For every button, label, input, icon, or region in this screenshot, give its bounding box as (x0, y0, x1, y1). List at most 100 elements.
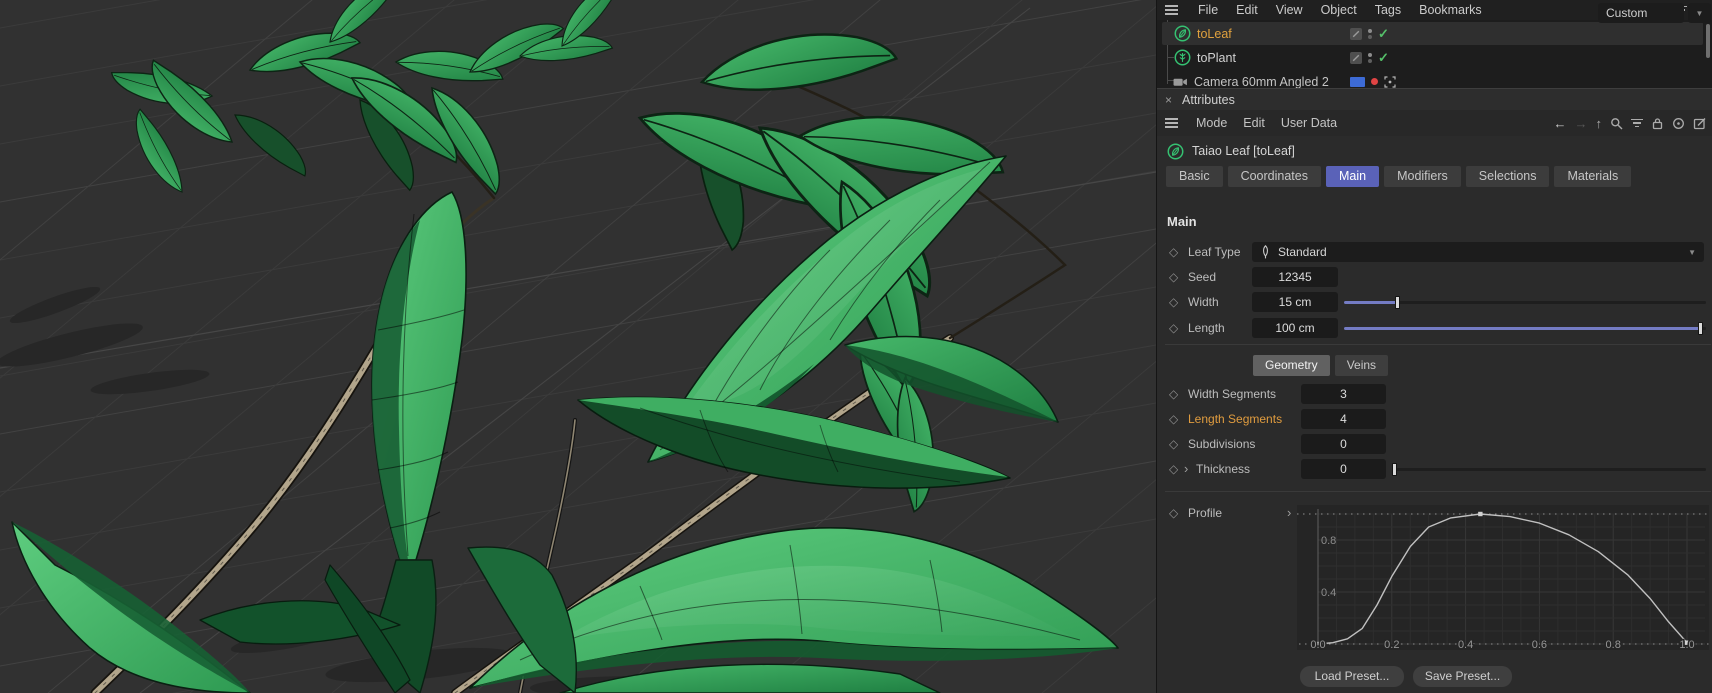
object-name[interactable]: toPlant (1197, 51, 1236, 65)
layer-color-chip[interactable] (1350, 76, 1365, 87)
attr-menu-edit[interactable]: Edit (1243, 116, 1265, 130)
profile-curve-editor[interactable]: 0.8 0.4 0.0 0.2 0.4 0.6 0.8 1.0 (1297, 505, 1709, 650)
param-diamond-icon[interactable]: ◇ (1169, 295, 1178, 309)
thickness-slider[interactable] (1392, 459, 1706, 479)
scrollbar-thumb[interactable] (1706, 24, 1710, 58)
width-slider[interactable] (1344, 292, 1706, 312)
param-label: Width (1188, 295, 1219, 309)
edit-pen-icon[interactable] (1693, 117, 1706, 130)
width-input[interactable]: 15 cm (1252, 292, 1338, 312)
length-segments-input[interactable]: 4 (1301, 409, 1386, 429)
tab-geometry[interactable]: Geometry (1253, 355, 1330, 376)
menu-view[interactable]: View (1276, 3, 1303, 17)
tab-modifiers[interactable]: Modifiers (1384, 166, 1461, 187)
object-name[interactable]: toLeaf (1197, 27, 1232, 41)
forward-arrow-icon[interactable]: → (1575, 117, 1588, 130)
object-row-toplant[interactable]: toPlant ✓ (1162, 46, 1703, 69)
object-row-camera[interactable]: Camera 60mm Angled 2 (1162, 70, 1703, 88)
up-arrow-icon[interactable]: ↑ (1596, 117, 1603, 130)
attr-menu-mode[interactable]: Mode (1196, 116, 1227, 130)
svg-text:0.0: 0.0 (1310, 639, 1325, 650)
menu-edit[interactable]: Edit (1236, 3, 1258, 17)
param-label: Seed (1188, 270, 1217, 284)
param-subdivisions: ◇ Subdivisions 0 (1157, 434, 1712, 456)
param-label: Width Segments (1188, 387, 1277, 401)
preset-selector-dropdown[interactable]: Custom (1598, 3, 1684, 23)
filter-icon[interactable] (1631, 118, 1643, 128)
tab-coordinates[interactable]: Coordinates (1227, 166, 1321, 187)
menu-tags[interactable]: Tags (1375, 3, 1401, 17)
hamburger-menu-icon[interactable] (1165, 0, 1180, 20)
edit-toggle-icon[interactable] (1350, 27, 1362, 40)
svg-text:0.4: 0.4 (1458, 639, 1473, 650)
param-diamond-icon[interactable]: ◇ (1169, 321, 1178, 335)
load-preset-button[interactable]: Load Preset... (1300, 666, 1404, 687)
track-target-icon[interactable] (1672, 117, 1685, 130)
geometry-veins-tabs: Geometry Veins (1253, 355, 1389, 376)
attributes-header: × Attributes (1157, 88, 1712, 110)
search-icon[interactable] (1610, 117, 1623, 130)
svg-text:0.8: 0.8 (1321, 535, 1336, 547)
attr-menu-user-data[interactable]: User Data (1281, 116, 1337, 130)
chevron-down-icon: ▼ (1688, 247, 1696, 257)
enabled-check-icon[interactable]: ✓ (1378, 27, 1389, 40)
render-dot-icon[interactable] (1371, 78, 1378, 85)
menu-object[interactable]: Object (1321, 3, 1357, 17)
separator (1165, 344, 1711, 345)
object-header: Taiao Leaf [toLeaf] (1157, 138, 1712, 164)
tab-main[interactable]: Main (1325, 166, 1380, 187)
leaf-glyph-icon (1263, 245, 1268, 259)
tab-materials[interactable]: Materials (1554, 166, 1632, 187)
save-preset-button[interactable]: Save Preset... (1413, 666, 1512, 687)
object-row-toleaf[interactable]: toLeaf ✓ (1162, 22, 1703, 45)
plant-object-icon (1174, 49, 1191, 66)
param-width-segments: ◇ Width Segments 3 (1157, 384, 1712, 406)
param-diamond-icon[interactable]: ◇ (1169, 412, 1178, 426)
seed-input[interactable]: 12345 (1252, 267, 1338, 287)
param-diamond-icon[interactable]: ◇ (1169, 387, 1178, 401)
leaf-type-value: Standard (1278, 245, 1327, 259)
panel-title: Attributes (1182, 92, 1235, 107)
camera-icon (1173, 78, 1187, 86)
enabled-check-icon[interactable]: ✓ (1378, 51, 1389, 64)
object-name[interactable]: Camera 60mm Angled 2 (1194, 75, 1329, 89)
param-thickness: ◇ › Thickness 0 (1157, 459, 1712, 481)
menu-file[interactable]: File (1198, 3, 1218, 17)
param-leaf-type: ◇ Leaf Type Standard ▼ (1157, 242, 1712, 264)
menu-bookmarks[interactable]: Bookmarks (1419, 3, 1482, 17)
svg-text:1.0: 1.0 (1679, 639, 1694, 650)
width-segments-input[interactable]: 3 (1301, 384, 1386, 404)
target-icon[interactable] (1384, 75, 1396, 88)
tab-basic[interactable]: Basic (1166, 166, 1223, 187)
param-diamond-icon[interactable]: ◇ (1169, 245, 1178, 259)
visibility-dots-icon[interactable] (1368, 52, 1372, 63)
thickness-input[interactable]: 0 (1301, 459, 1386, 479)
param-diamond-icon[interactable]: ◇ (1169, 270, 1178, 284)
hamburger-menu-icon[interactable] (1165, 122, 1180, 124)
expand-chevron-icon[interactable]: › (1287, 505, 1291, 520)
expand-chevron-icon[interactable]: › (1184, 461, 1188, 476)
leaf-type-dropdown[interactable]: Standard ▼ (1252, 242, 1704, 262)
param-label: Thickness (1196, 462, 1251, 476)
length-input[interactable]: 100 cm (1252, 318, 1338, 338)
preset-selector-arrow[interactable]: ▼ (1688, 3, 1711, 23)
param-diamond-icon[interactable]: ◇ (1169, 437, 1178, 451)
svg-text:0.2: 0.2 (1384, 639, 1399, 650)
close-icon[interactable]: × (1165, 93, 1172, 107)
param-seed: ◇ Seed 12345 (1157, 267, 1712, 289)
param-diamond-icon[interactable]: ◇ (1169, 506, 1178, 520)
viewport-3d[interactable] (0, 0, 1156, 693)
lock-icon[interactable] (1651, 117, 1664, 130)
object-manager-list: toLeaf ✓ toPlant ✓ Camera 60mm Angled 2 (1157, 20, 1712, 88)
svg-text:0.8: 0.8 (1606, 639, 1621, 650)
visibility-dots-icon[interactable] (1368, 28, 1372, 39)
edit-toggle-icon[interactable] (1350, 51, 1362, 64)
param-width: ◇ Width 15 cm (1157, 292, 1712, 314)
param-diamond-icon[interactable]: ◇ (1169, 462, 1178, 476)
length-slider[interactable] (1344, 318, 1706, 338)
preset-selector-value: Custom (1606, 6, 1648, 20)
back-arrow-icon[interactable]: ← (1554, 117, 1567, 130)
tab-veins[interactable]: Veins (1334, 355, 1389, 376)
subdivisions-input[interactable]: 0 (1301, 434, 1386, 454)
tab-selections[interactable]: Selections (1465, 166, 1550, 187)
